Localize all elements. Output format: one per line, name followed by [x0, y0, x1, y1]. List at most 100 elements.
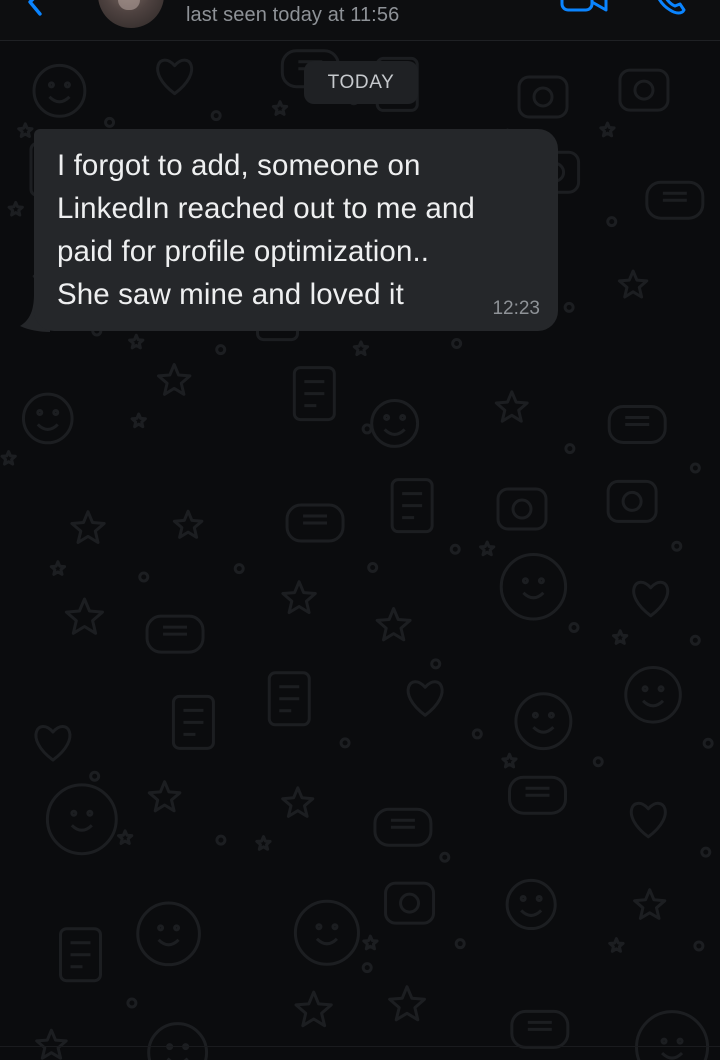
chat-screen: last seen today at 11:56 TODAY I forgot … — [0, 0, 720, 1060]
wallpaper-doodle — [494, 390, 529, 423]
message-text: I forgot to add, someone on LinkedIn rea… — [57, 149, 475, 311]
wallpaper-doodle — [657, 685, 665, 693]
wallpaper-doodle — [454, 938, 466, 950]
wallpaper-doodle — [70, 809, 78, 817]
wallpaper-doodle — [702, 737, 714, 749]
wallpaper-doodle — [215, 834, 227, 846]
wallpaper-doodle — [361, 962, 373, 974]
wallpaper-doodle — [172, 509, 204, 539]
wallpaper-doodle — [64, 597, 104, 635]
wallpaper-doodle — [547, 711, 555, 719]
wallpaper-doodle — [45, 783, 118, 856]
wallpaper-doodle — [522, 591, 545, 600]
wallpaper-doodle — [117, 829, 134, 845]
wallpaper-doodle — [130, 412, 147, 429]
wallpaper-doodle — [48, 95, 71, 104]
wallpaper-doodle — [304, 380, 325, 408]
wallpaper-doodle — [517, 75, 569, 119]
wallpaper-doodle — [479, 540, 496, 557]
wallpaper-doodle — [156, 58, 194, 96]
wallpaper-doodle — [281, 786, 315, 818]
wallpaper-doodle — [279, 685, 300, 713]
wallpaper-doodle — [625, 415, 650, 426]
wallpaper-doodle — [519, 894, 527, 902]
wallpaper-doodle — [32, 63, 87, 118]
wallpaper-doodle — [496, 487, 548, 531]
wallpaper-doodle — [532, 86, 554, 108]
message-timestamp: 12:23 — [492, 298, 540, 319]
wallpaper-doodle — [599, 121, 616, 138]
wallpaper-doodle — [361, 423, 373, 435]
wallpaper-doodle — [36, 423, 59, 431]
wallpaper-doodle — [406, 680, 444, 717]
input-bar-divider — [0, 1046, 720, 1047]
wallpaper-doodle — [505, 878, 557, 931]
date-chip: TODAY — [304, 61, 418, 104]
wallpaper-doodle — [47, 81, 55, 89]
wallpaper-doodle — [331, 923, 339, 931]
wallpaper-doodle — [624, 666, 682, 724]
wallpaper-doodle — [173, 924, 181, 932]
wallpaper-doodle — [563, 301, 575, 313]
wallpaper-doodle — [233, 563, 245, 575]
wallpaper-doodle — [136, 901, 201, 967]
wallpaper-doodle — [525, 786, 550, 797]
wallpaper-doodle — [612, 629, 629, 645]
wallpaper-doodle — [606, 216, 618, 228]
wallpaper-doodle — [520, 909, 543, 917]
wallpaper-doodle — [499, 553, 568, 621]
wallpaper-doodle — [163, 625, 188, 636]
wallpaper-doodle — [34, 725, 72, 762]
wallpaper-doodle — [362, 934, 379, 951]
wallpaper-doodle — [662, 191, 687, 202]
wallpaper-doodle — [671, 540, 683, 552]
wallpaper-doodle — [449, 543, 461, 555]
wallpaper-doodle — [383, 413, 391, 421]
message-bubble-incoming[interactable]: I forgot to add, someone on LinkedIn rea… — [34, 129, 558, 331]
wallpaper-doodle — [138, 571, 150, 583]
wallpaper-doodle — [635, 1010, 710, 1060]
wallpaper-doodle — [367, 561, 379, 573]
wallpaper-doodle — [157, 924, 165, 932]
wallpaper-doodle — [70, 510, 106, 544]
wallpaper-doodle — [568, 621, 580, 633]
wallpaper-doodle — [104, 116, 116, 128]
wallpaper-doodle — [35, 1028, 68, 1060]
wallpaper-doodle — [621, 490, 643, 512]
wallpaper-doodle — [0, 450, 17, 466]
wallpaper-doodle — [641, 685, 649, 693]
wallpaper-doodle — [303, 514, 328, 525]
wallpaper-doodle — [660, 1052, 684, 1060]
wallpaper-doodle — [537, 577, 545, 585]
wallpaper-doodle — [618, 68, 670, 112]
wallpaper-doodle — [49, 560, 67, 576]
wallpaper-doodle — [521, 577, 529, 585]
wallpaper-doodle — [527, 1020, 552, 1031]
wallpaper-doodle — [451, 337, 463, 349]
wallpaper-doodle — [399, 413, 407, 421]
video-call-icon[interactable] — [558, 0, 610, 14]
wallpaper-doodle — [501, 752, 518, 769]
wallpaper-doodle — [293, 899, 360, 966]
wallpaper-doodle — [375, 607, 412, 642]
wallpaper-doodle — [633, 888, 667, 920]
wallpaper-doodle — [128, 333, 145, 350]
wallpaper-doodle — [439, 851, 451, 863]
wallpaper-doodle — [63, 81, 71, 89]
wallpaper-doodle — [36, 408, 44, 416]
wallpaper-doodle — [531, 711, 539, 719]
wallpaper-doodle — [430, 658, 442, 670]
wallpaper-doodle — [676, 1037, 684, 1045]
wallpaper-doodle — [21, 392, 74, 445]
voice-call-icon[interactable] — [650, 0, 690, 16]
wallpaper-doodle — [147, 780, 182, 813]
wallpaper-doodle — [471, 728, 483, 740]
wallpaper-doodle — [183, 708, 204, 736]
wallpaper-doodle — [70, 824, 93, 832]
avatar[interactable] — [98, 0, 164, 28]
back-icon[interactable] — [16, 0, 50, 16]
wallpaper-doodle — [514, 692, 573, 751]
wallpaper-doodle — [535, 894, 543, 902]
wallpaper-doodle — [700, 846, 712, 858]
wallpaper-doodle — [89, 770, 101, 782]
